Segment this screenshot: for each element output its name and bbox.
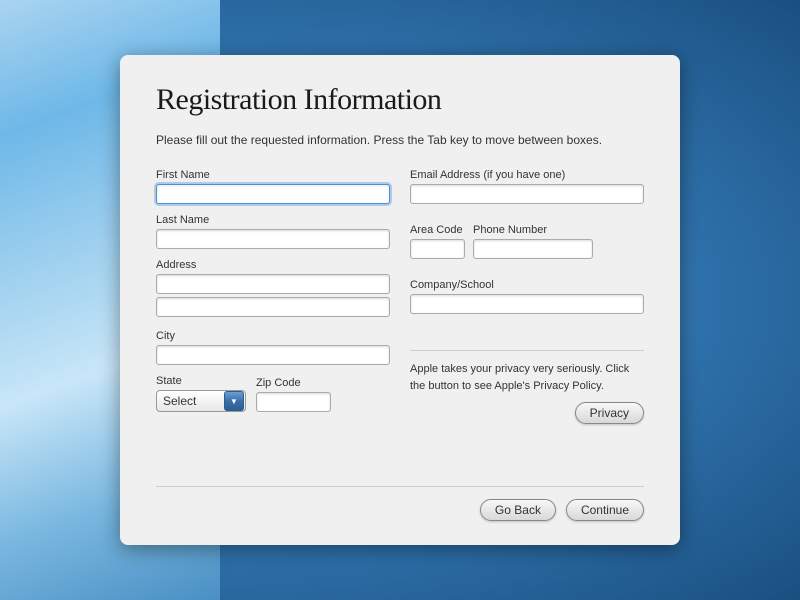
state-select[interactable]: Select ALAKAZAR CACOCTDE FLGAHIID ILINIA…: [156, 390, 246, 412]
last-name-input[interactable]: [156, 229, 390, 249]
footer: Go Back Continue: [156, 486, 644, 521]
page-title: Registration Information: [156, 83, 644, 117]
page-subtitle: Please fill out the requested informatio…: [156, 131, 644, 149]
first-name-group: First Name: [156, 169, 390, 204]
city-label: City: [156, 330, 390, 342]
first-name-input[interactable]: [156, 184, 390, 204]
first-name-label: First Name: [156, 169, 390, 181]
privacy-section: Apple takes your privacy very seriously.…: [410, 350, 644, 424]
area-code-field: Area Code: [410, 224, 465, 259]
state-label: State: [156, 375, 246, 387]
city-input[interactable]: [156, 345, 390, 365]
privacy-button[interactable]: Privacy: [575, 402, 644, 424]
email-group: Email Address (if you have one): [410, 169, 644, 204]
continue-button[interactable]: Continue: [566, 499, 644, 521]
address-label: Address: [156, 259, 390, 271]
phone-inline-fields: Area Code Phone Number: [410, 224, 644, 259]
city-group: City: [156, 330, 390, 365]
zip-input[interactable]: [256, 392, 331, 412]
last-name-label: Last Name: [156, 214, 390, 226]
area-code-input[interactable]: [410, 239, 465, 259]
area-code-label: Area Code: [410, 224, 465, 236]
phone-group: Area Code Phone Number: [410, 224, 644, 259]
company-input[interactable]: [410, 294, 644, 314]
company-group: Company/School: [410, 279, 644, 314]
right-col-inner: Email Address (if you have one) Area Cod…: [410, 169, 644, 424]
state-zip-row: State Select ALAKAZAR CACOCTDE FLGAHIID …: [156, 375, 390, 412]
zip-group: Zip Code: [256, 377, 331, 412]
email-label: Email Address (if you have one): [410, 169, 644, 181]
phone-input[interactable]: [473, 239, 593, 259]
go-back-button[interactable]: Go Back: [480, 499, 556, 521]
form-left-column: First Name Last Name Address City State: [156, 169, 390, 462]
address-line1-input[interactable]: [156, 274, 390, 294]
state-group: State Select ALAKAZAR CACOCTDE FLGAHIID …: [156, 375, 246, 412]
company-label: Company/School: [410, 279, 644, 291]
zip-label: Zip Code: [256, 377, 331, 389]
phone-label: Phone Number: [473, 224, 593, 236]
registration-panel: Registration Information Please fill out…: [120, 55, 680, 545]
email-input[interactable]: [410, 184, 644, 204]
form-body: First Name Last Name Address City State: [156, 169, 644, 462]
state-select-wrapper: Select ALAKAZAR CACOCTDE FLGAHIID ILINIA…: [156, 390, 246, 412]
address-line2-input[interactable]: [156, 297, 390, 317]
form-right-column: Email Address (if you have one) Area Cod…: [410, 169, 644, 462]
phone-field: Phone Number: [473, 224, 593, 259]
address-group: Address: [156, 259, 390, 320]
last-name-group: Last Name: [156, 214, 390, 249]
privacy-text: Apple takes your privacy very seriously.…: [410, 361, 644, 394]
